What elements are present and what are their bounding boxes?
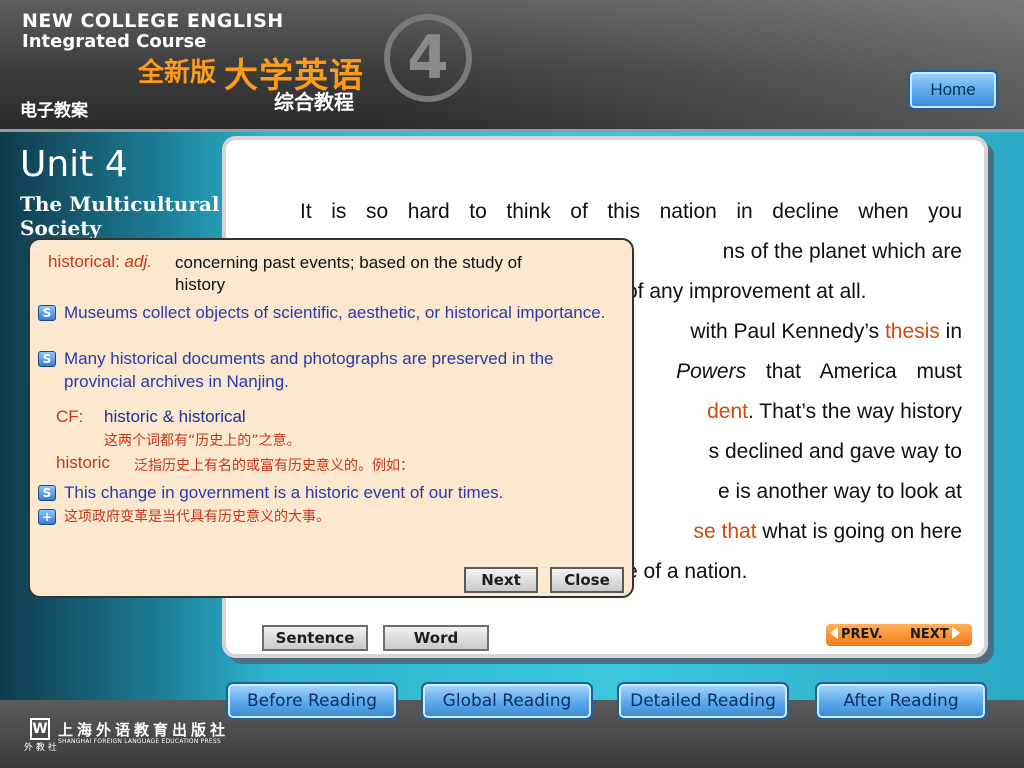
- compare-note: 这两个词都有“历史上的”之意。: [104, 433, 301, 449]
- sound-icon[interactable]: S: [38, 305, 56, 321]
- part-of-speech: adj.: [124, 252, 152, 271]
- prev-button[interactable]: PREV.: [830, 627, 883, 642]
- highlighted-word-precedent[interactable]: dent: [707, 400, 748, 423]
- historic-word: historic: [56, 453, 110, 472]
- sentence-button[interactable]: Sentence: [262, 625, 368, 651]
- highlighted-word-thesis[interactable]: thesis: [885, 320, 940, 343]
- next-arrow-icon: [951, 627, 960, 639]
- next-button[interactable]: NEXT: [910, 627, 960, 642]
- prev-next-bar: PREV. NEXT: [826, 624, 972, 646]
- example-translation: 这项政府变革是当代具有历史意义的大事。: [64, 509, 330, 525]
- example-sentence: Many historical documents and photograph…: [64, 349, 554, 391]
- ecourse-label: 电子教案: [20, 101, 88, 121]
- definition-term: historical: adj.: [48, 252, 152, 271]
- after-reading-button[interactable]: After Reading: [815, 682, 987, 720]
- definition-text: concerning past events; based on the stu…: [175, 253, 522, 294]
- before-reading-button[interactable]: Before Reading: [226, 682, 398, 720]
- volume-number-badge: 4: [384, 14, 472, 102]
- next-label: NEXT: [910, 627, 949, 642]
- unit-subtitle-line1: The Multicultural: [20, 192, 220, 216]
- prev-arrow-icon: [830, 627, 838, 639]
- global-reading-button[interactable]: Global Reading: [421, 682, 593, 720]
- publisher-logo-icon: W: [30, 718, 50, 740]
- publisher-logo-subtext: 外 教 社: [24, 743, 57, 753]
- popup-next-button[interactable]: Next: [464, 567, 538, 593]
- sound-icon[interactable]: S: [38, 351, 56, 367]
- detailed-reading-button[interactable]: Detailed Reading: [617, 682, 789, 720]
- historic-note: 泛指历史上有名的或富有历史意义的。例如：: [134, 458, 414, 474]
- word-button[interactable]: Word: [383, 625, 489, 651]
- brand-course-title: 综合教程: [274, 90, 354, 114]
- compare-text: historic & historical: [104, 407, 246, 426]
- word-definition-popup: historical: adj. concerning past events;…: [28, 238, 634, 598]
- compare-label: CF:: [56, 407, 84, 426]
- translation-icon[interactable]: +: [38, 509, 56, 525]
- publisher-name-en: SHANGHAI FOREIGN LANGUAGE EDUCATION PRES…: [58, 738, 221, 745]
- highlighted-phrase[interactable]: se that: [693, 520, 756, 543]
- example-sentence: Museums collect objects of scientific, a…: [64, 303, 606, 322]
- prev-label: PREV.: [841, 627, 883, 642]
- unit-title: Unit 4: [20, 144, 128, 185]
- publisher-name-cn: 上海外语教育出版社: [58, 721, 230, 739]
- sound-icon[interactable]: S: [38, 485, 56, 501]
- brand-title-line2: Integrated Course: [22, 31, 207, 52]
- popup-close-button[interactable]: Close: [550, 567, 624, 593]
- brand-title-line1: NEW COLLEGE ENGLISH: [22, 10, 284, 32]
- passage-line: It is so hard to think of this nation in…: [300, 200, 962, 223]
- unit-subtitle-line2: Society: [20, 216, 102, 240]
- example-sentence: This change in government is a historic …: [64, 483, 504, 502]
- home-button[interactable]: Home: [908, 70, 998, 110]
- brand-edition: 全新版: [138, 58, 217, 88]
